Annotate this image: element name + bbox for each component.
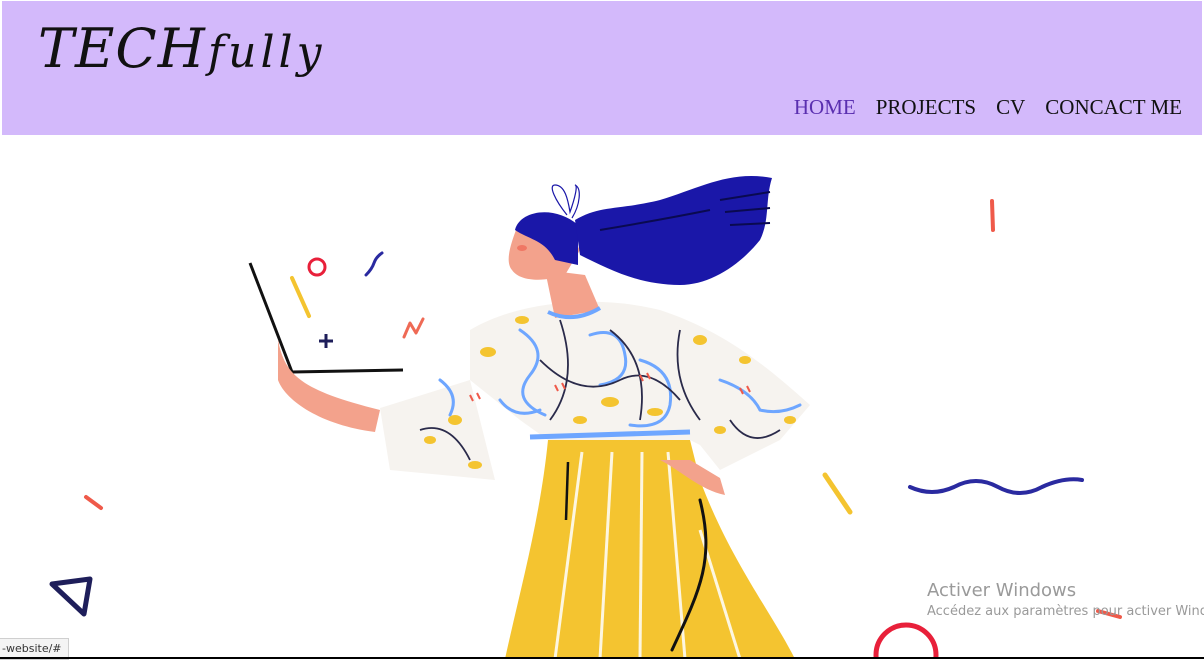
confetti-squiggle [364, 251, 384, 277]
pants [505, 440, 795, 659]
confetti-zigzag [402, 317, 425, 339]
watermark-subtitle: Accédez aux paramètres pour activer Wind… [927, 604, 1204, 619]
nav-cv-link[interactable]: CV [996, 95, 1025, 120]
forearm [278, 340, 380, 432]
confetti-dash [84, 495, 103, 510]
activation-watermark: Activer Windows Accédez aux paramètres p… [927, 580, 1204, 619]
logo-part-1: TECH [38, 17, 206, 80]
wave-line [908, 477, 1084, 495]
nav-contact-link[interactable]: CONCACT ME [1045, 95, 1182, 120]
plus-icon [319, 334, 333, 348]
confetti-line [290, 276, 311, 318]
triangle-icon [49, 576, 93, 617]
nav-projects-link[interactable]: PROJECTS [876, 95, 976, 120]
laptop-outline [248, 262, 404, 374]
nav-home-link[interactable]: HOME [794, 95, 856, 120]
confetti-red-circle [873, 622, 939, 659]
main-nav: HOME PROJECTS CV CONCACT ME [794, 95, 1182, 120]
cheek [517, 245, 527, 251]
site-header: TECHfully HOME PROJECTS CV CONCACT ME [2, 1, 1202, 135]
ponytail [575, 176, 772, 285]
watermark-title: Activer Windows [927, 580, 1077, 601]
logo-part-2: fully [207, 27, 326, 78]
confetti-circle [307, 257, 327, 277]
confetti-red-line [990, 199, 995, 232]
confetti-yellow-line [822, 472, 853, 515]
site-logo[interactable]: TECHfully [38, 17, 325, 80]
